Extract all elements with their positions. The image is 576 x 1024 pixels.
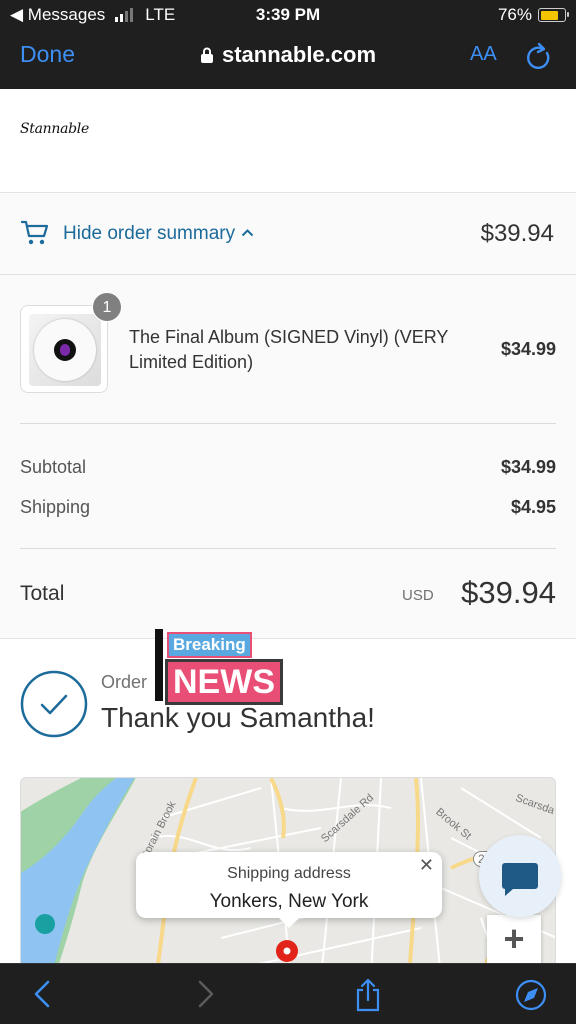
status-bar: ◀ Messages LTE 3:39 PM 76% [0,0,576,30]
popup-title: Shipping address [227,865,351,882]
total-value: $39.94 [461,575,556,610]
header-total: $39.94 [480,220,554,247]
quantity-badge: 1 [92,292,122,322]
toggle-summary-link[interactable]: Hide order summary [63,223,254,245]
toggle-summary-label: Hide order summary [63,223,236,244]
subtotal-label: Subtotal [20,457,87,477]
breaking-news-sticker: Breaking NEWS [155,629,295,705]
subtotal-value: $34.99 [500,457,556,477]
order-summary: The Final Album (SIGNED Vinyl) (VERY Lim… [0,275,576,639]
order-number-label: Order [101,672,148,692]
news-label: NEWS [165,659,283,705]
currency-code: USD [402,587,434,604]
divider [20,548,556,549]
divider [20,423,556,424]
store-logo[interactable]: Stannable [20,121,89,137]
battery-percent: 76% [497,5,532,24]
popup-city: Yonkers, New York [209,891,369,912]
browser-toolbar [0,963,576,1024]
checkmark-circle-icon [20,670,88,738]
cart-icon [20,220,49,245]
text-size-button[interactable]: AA [470,43,497,66]
share-icon[interactable] [353,978,383,1012]
battery-icon [538,8,569,22]
reload-icon[interactable] [525,42,553,72]
chat-button[interactable] [479,835,561,917]
back-icon[interactable] [30,978,56,1010]
order-summary-toggle[interactable]: Hide order summary $39.94 [0,193,576,275]
clock: 3:39 PM [255,5,321,24]
product-title: The Final Album (SIGNED Vinyl) (VERY Lim… [129,327,449,372]
compass-icon[interactable] [514,978,548,1012]
close-icon[interactable]: ✕ [419,855,434,876]
chevron-up-icon [241,229,254,237]
chat-bubble-icon [502,863,538,896]
thank-you-heading: Thank you Samantha! [101,702,375,733]
total-label: Total [20,582,65,605]
lock-icon [200,47,213,63]
shipping-value: $4.95 [510,497,556,517]
forward-icon[interactable] [192,978,218,1010]
url-text: stannable.com [221,42,377,67]
store-header: Stannable [0,89,576,193]
product-thumbnail [20,305,108,393]
shipping-address-popup: Shipping address Yonkers, New York ✕ [136,852,442,928]
product-price: $34.99 [500,339,556,359]
zoom-in-button[interactable]: + [487,915,541,965]
browser-nav-bar: Done stannable.com AA [0,30,576,89]
shipping-label: Shipping [20,497,91,517]
breaking-label: Breaking [167,632,252,658]
